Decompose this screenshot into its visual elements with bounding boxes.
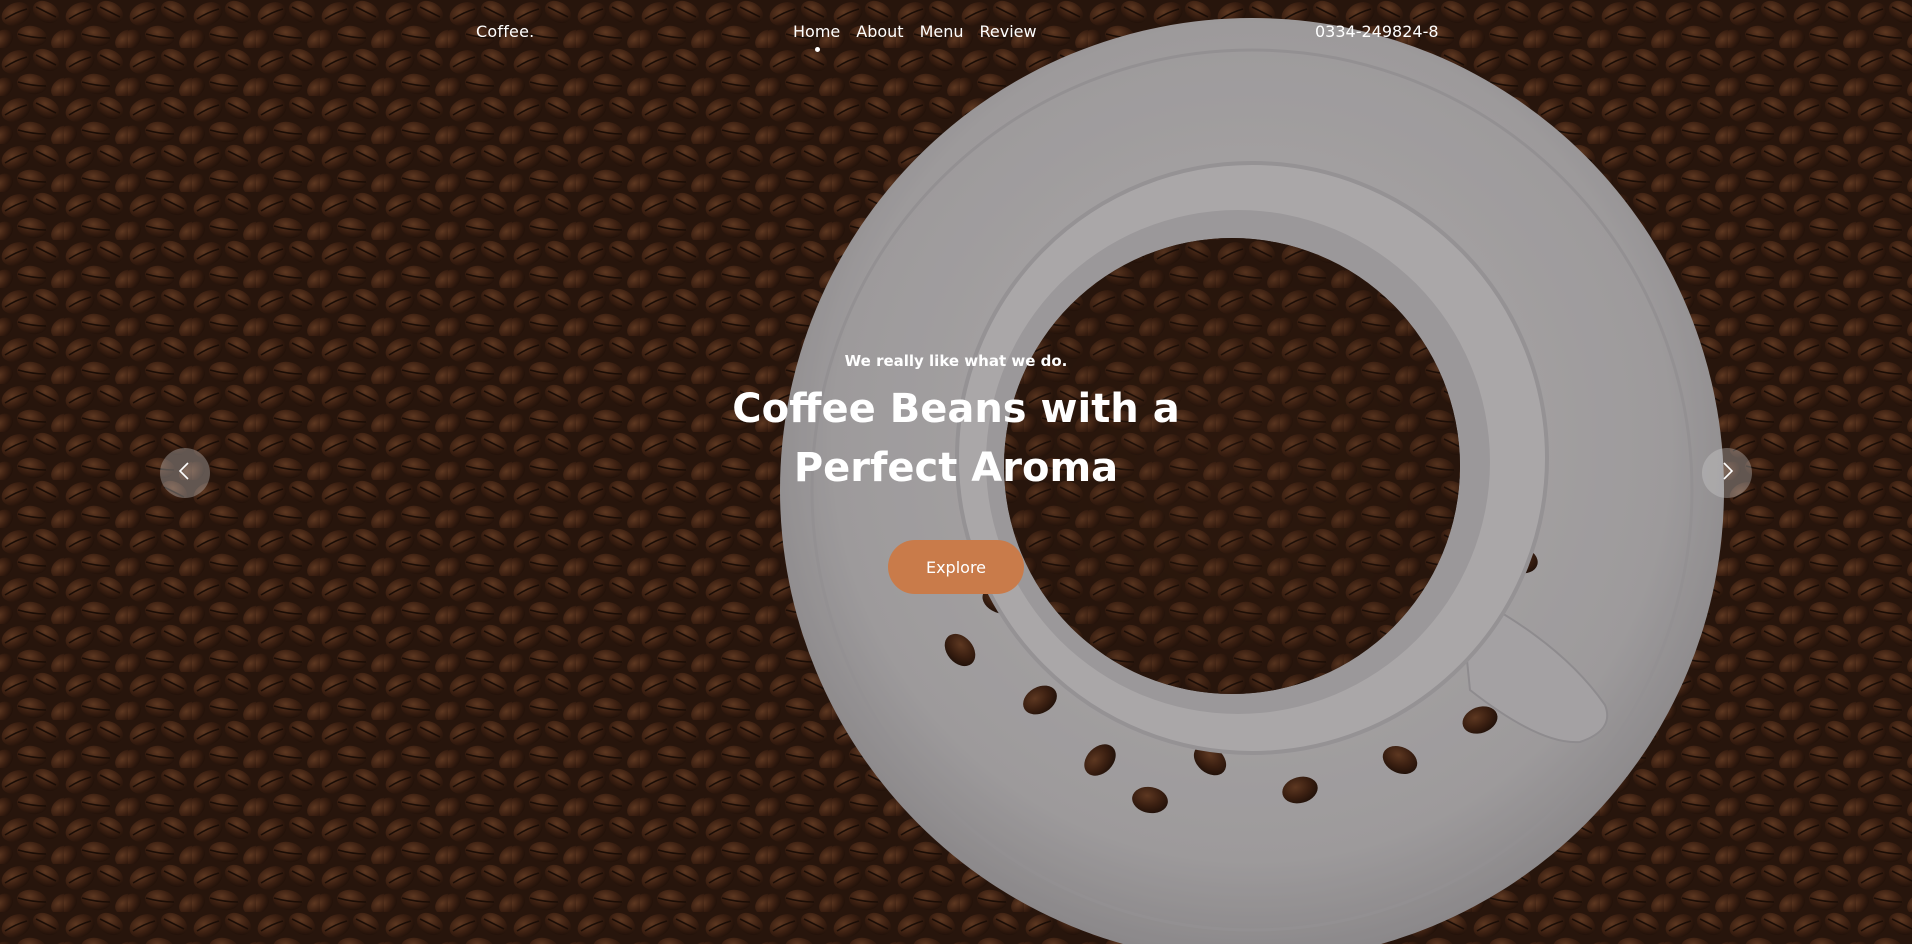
nav-link-home-label: Home [793,22,841,41]
hero-section: Coffee. Home About Menu Review 0334-2498… [0,0,1912,944]
nav-link-menu[interactable]: Menu [920,22,964,41]
carousel-next-button[interactable] [1702,448,1752,498]
active-indicator-dot [814,47,820,52]
nav-link-about[interactable]: About [856,22,903,41]
carousel-prev-button[interactable] [160,448,210,498]
nav-link-review[interactable]: Review [980,22,1037,41]
nav-links: Home About Menu Review [793,22,1053,52]
hero-content: We really like what we do. Coffee Beans … [0,352,1912,594]
explore-button[interactable]: Explore [888,540,1024,594]
brand-logo[interactable]: Coffee. [476,22,534,41]
chevron-right-icon [1717,461,1737,485]
nav-link-menu-label: Menu [919,22,964,41]
hero-headline: Coffee Beans with a Perfect Aroma [732,386,1180,491]
nav-link-home[interactable]: Home [793,22,841,52]
nav-link-about-label: About [856,22,904,41]
nav-link-review-label: Review [979,22,1037,41]
phone-number[interactable]: 0334-249824-8 [1315,22,1439,41]
chevron-left-icon [175,461,195,485]
navbar: Coffee. Home About Menu Review 0334-2498… [0,0,1912,66]
hero-tagline: We really like what we do. [844,352,1068,370]
